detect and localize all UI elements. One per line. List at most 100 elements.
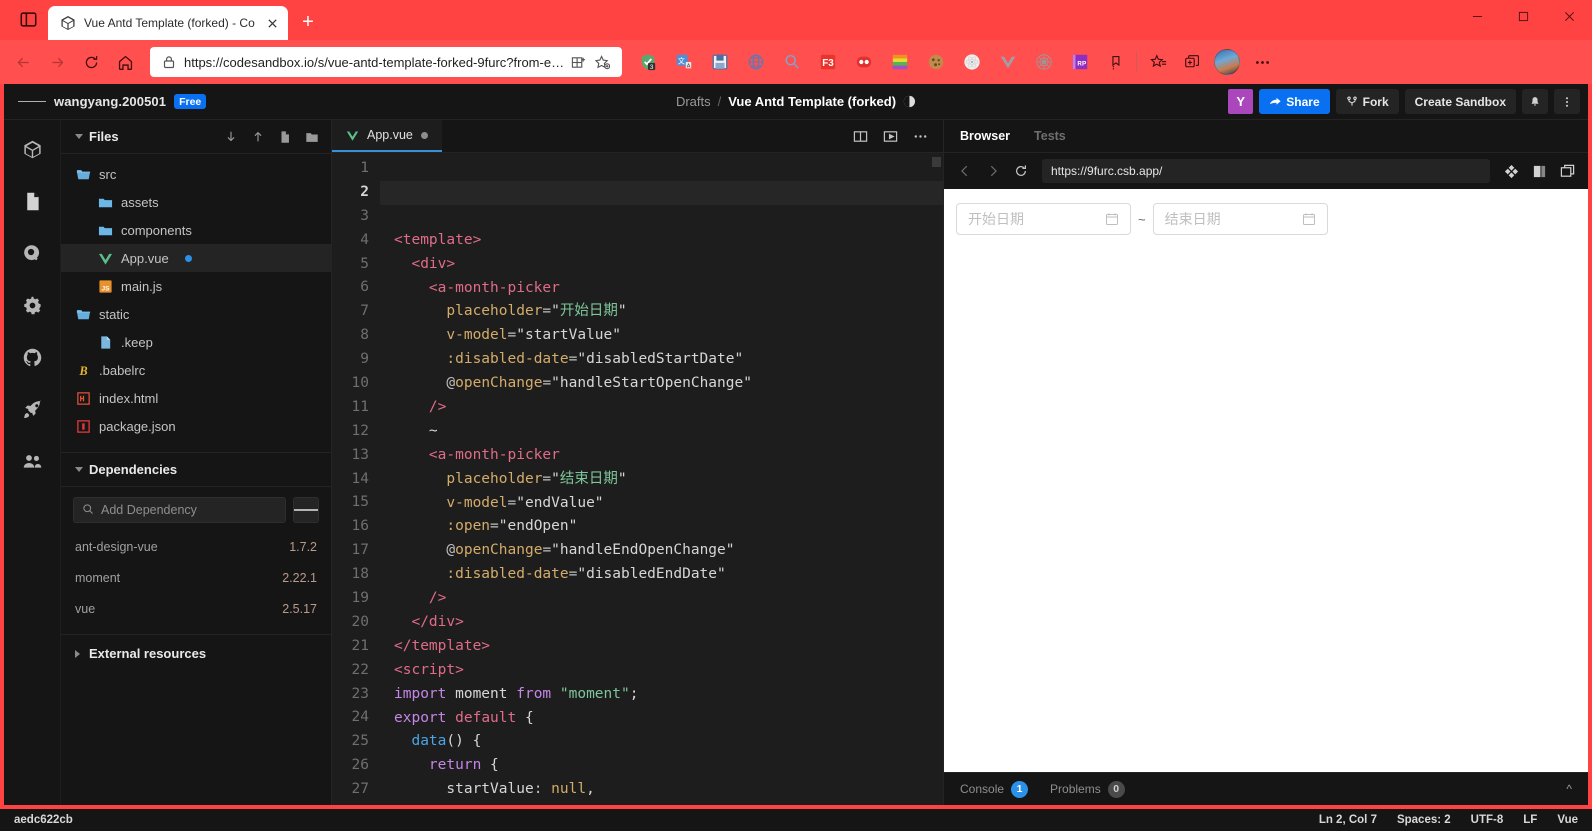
end-date-picker[interactable]: 结束日期	[1152, 203, 1328, 235]
editor-scrollbar[interactable]	[929, 153, 943, 805]
cube-icon[interactable]	[15, 132, 49, 166]
save-disk-icon[interactable]	[702, 45, 738, 79]
hamburger-icon[interactable]	[18, 88, 46, 116]
code-content[interactable]: <template> <div> <a-month-picker placeho…	[380, 153, 943, 805]
encoding-setting[interactable]: UTF-8	[1471, 814, 1504, 826]
file-tree-item[interactable]: B .babelrc	[61, 356, 331, 384]
two-dots-red-icon[interactable]	[846, 45, 882, 79]
home-icon[interactable]	[108, 45, 142, 79]
rocket-icon[interactable]	[15, 392, 49, 426]
new-tab-button[interactable]: +	[292, 6, 324, 38]
collections-icon[interactable]	[1098, 45, 1132, 79]
search-icon[interactable]	[15, 236, 49, 270]
rainbow-bars-icon[interactable]	[882, 45, 918, 79]
spider-web-icon[interactable]	[1026, 45, 1062, 79]
kebab-menu-icon[interactable]	[1554, 89, 1580, 114]
react-devtools-icon[interactable]	[954, 45, 990, 79]
preview-reload-icon[interactable]	[1008, 158, 1034, 184]
list-icon[interactable]	[293, 497, 319, 523]
file-icon[interactable]	[15, 184, 49, 218]
responsive-icon[interactable]	[1498, 158, 1524, 184]
split-editor-icon[interactable]	[847, 123, 873, 149]
dependency-row[interactable]: vue 2.5.17	[61, 593, 331, 624]
address-bar[interactable]: https://codesandbox.io/s/vue-antd-templa…	[150, 47, 622, 77]
file-tree-item[interactable]: JS main.js	[61, 272, 331, 300]
file-tree-item[interactable]: index.html	[61, 384, 331, 412]
favorites-icon[interactable]	[1141, 45, 1175, 79]
star-add-icon[interactable]	[590, 50, 614, 74]
more-icon[interactable]	[1245, 45, 1279, 79]
github-icon[interactable]	[15, 340, 49, 374]
create-sandbox-button[interactable]: Create Sandbox	[1404, 89, 1516, 114]
forward-arrow-icon[interactable]	[40, 45, 74, 79]
console-tab[interactable]: Console 1	[960, 780, 1029, 798]
file-tree-item[interactable]: App.vue	[61, 244, 331, 272]
split-screen-icon[interactable]	[566, 50, 590, 74]
tab-tests[interactable]: Tests	[1034, 129, 1066, 143]
chevron-down-icon[interactable]	[75, 467, 83, 472]
dependency-row[interactable]: moment 2.22.1	[61, 562, 331, 593]
breadcrumb-drafts[interactable]: Drafts	[676, 94, 711, 109]
code-editor[interactable]: 1 2 3 4 5 6 7 8 9 10 11 12 13 14 15 16 17 18 19 20 21 22 23 24 2…	[332, 153, 943, 805]
preview-iframe[interactable]: 开始日期 ~ 结束日期	[944, 189, 1588, 772]
people-icon[interactable]	[15, 444, 49, 478]
bell-icon[interactable]	[1522, 89, 1548, 114]
editor-more-icon[interactable]	[907, 123, 933, 149]
external-window-icon[interactable]	[1554, 158, 1580, 184]
chevron-right-icon[interactable]	[75, 649, 80, 658]
language-mode[interactable]: Vue	[1557, 814, 1578, 826]
eol-setting[interactable]: LF	[1523, 814, 1537, 826]
download-icon[interactable]	[224, 130, 238, 144]
gear-icon[interactable]	[15, 288, 49, 322]
indent-setting[interactable]: Spaces: 2	[1397, 814, 1451, 826]
maximize-icon[interactable]	[1500, 0, 1546, 32]
dependency-row[interactable]: ant-design-vue 1.7.2	[61, 531, 331, 562]
new-folder-icon[interactable]	[305, 130, 319, 144]
user-initial-badge[interactable]: Y	[1228, 89, 1254, 114]
preview-forward-icon[interactable]	[980, 158, 1006, 184]
reload-icon[interactable]	[74, 45, 108, 79]
globe-grid-icon[interactable]	[738, 45, 774, 79]
magnifier-icon[interactable]	[774, 45, 810, 79]
file-tree-item[interactable]: static	[61, 300, 331, 328]
chevron-down-icon[interactable]	[75, 134, 83, 139]
external-resources-section[interactable]: External resources	[61, 634, 331, 672]
close-window-icon[interactable]	[1546, 0, 1592, 32]
fork-button[interactable]: Fork	[1335, 89, 1399, 114]
file-tree-item[interactable]: src	[61, 160, 331, 188]
dependencies-header[interactable]: Dependencies	[61, 453, 331, 487]
adblock-shield-icon[interactable]: 3	[630, 45, 666, 79]
browser-tab[interactable]: Vue Antd Template (forked) - Co	[48, 6, 288, 40]
file-tree-item[interactable]: .keep	[61, 328, 331, 356]
f3-red-icon[interactable]: F3	[810, 45, 846, 79]
cookie-icon[interactable]	[918, 45, 954, 79]
start-date-picker[interactable]: 开始日期	[956, 203, 1131, 235]
back-arrow-icon[interactable]	[6, 45, 40, 79]
rp-purple-icon[interactable]: RP	[1062, 45, 1098, 79]
preview-back-icon[interactable]	[952, 158, 978, 184]
upload-icon[interactable]	[251, 130, 265, 144]
minimize-icon[interactable]	[1454, 0, 1500, 32]
preview-icon[interactable]	[877, 123, 903, 149]
translate-icon[interactable]: 文A	[666, 45, 702, 79]
problems-tab[interactable]: Problems 0	[1050, 780, 1125, 798]
editor-tab-app-vue[interactable]: App.vue	[332, 120, 442, 152]
new-file-icon[interactable]	[278, 130, 292, 144]
preview-url-input[interactable]: https://9furc.csb.app/	[1042, 159, 1490, 183]
tab-actions-icon[interactable]	[8, 0, 48, 39]
avatar[interactable]	[1214, 49, 1240, 75]
close-icon[interactable]	[262, 13, 282, 33]
add-dependency-input[interactable]: Add Dependency	[73, 497, 286, 523]
files-pane-header[interactable]: Files	[61, 120, 331, 154]
page-title[interactable]: Vue Antd Template (forked)	[728, 94, 896, 109]
globe-icon[interactable]	[903, 95, 916, 108]
chevron-up-icon[interactable]: ^	[1566, 782, 1572, 796]
new-collection-icon[interactable]	[1175, 45, 1209, 79]
file-tree-item[interactable]: package.json	[61, 412, 331, 440]
tab-browser[interactable]: Browser	[960, 129, 1010, 143]
vue-devtools-icon[interactable]	[990, 45, 1026, 79]
file-tree-item[interactable]: assets	[61, 188, 331, 216]
new-window-icon[interactable]	[1526, 158, 1552, 184]
share-button[interactable]: Share	[1259, 89, 1330, 114]
file-tree-item[interactable]: components	[61, 216, 331, 244]
